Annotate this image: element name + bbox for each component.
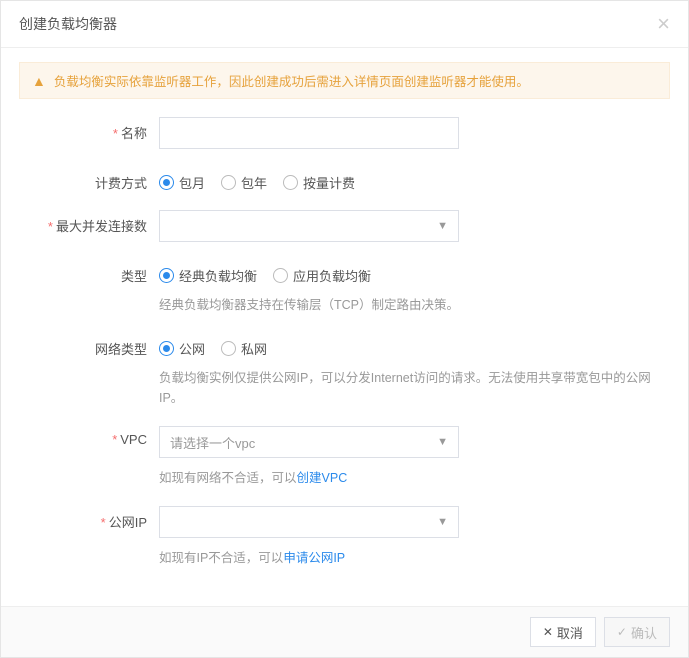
chevron-down-icon: ▼ <box>437 516 448 528</box>
check-icon: ✓ <box>617 625 627 639</box>
label-vpc: *VPC <box>19 426 159 447</box>
dialog: 创建负载均衡器 × ▲ 负载均衡实际依靠监听器工作，因此创建成功后需进入详情页面… <box>0 0 689 658</box>
alert-text: 负载均衡实际依靠监听器工作，因此创建成功后需进入详情页面创建监听器才能使用。 <box>54 71 529 90</box>
public-ip-help: 如现有IP不合适，可以申请公网IP <box>159 548 670 568</box>
type-option-app[interactable]: 应用负载均衡 <box>273 266 371 285</box>
vpc-select[interactable]: 请选择一个vpc ▼ <box>159 426 459 458</box>
billing-option-usage[interactable]: 按量计费 <box>283 173 355 192</box>
confirm-button[interactable]: ✓ 确认 <box>604 617 670 647</box>
dialog-footer: ✕ 取消 ✓ 确认 <box>1 606 688 657</box>
label-net-type: 网络类型 <box>19 333 159 358</box>
net-type-option-public[interactable]: 公网 <box>159 339 205 358</box>
row-public-ip: *公网IP ▼ 如现有IP不合适，可以申请公网IP <box>19 506 670 568</box>
radio-icon <box>159 341 174 356</box>
type-help: 经典负载均衡器支持在传输层（TCP）制定路由决策。 <box>159 295 670 315</box>
chevron-down-icon: ▼ <box>437 436 448 448</box>
create-vpc-link[interactable]: 创建VPC <box>297 471 348 485</box>
public-ip-select[interactable]: ▼ <box>159 506 459 538</box>
label-name: *名称 <box>19 117 159 142</box>
radio-icon <box>221 175 236 190</box>
type-radio-group: 经典负载均衡 应用负载均衡 <box>159 260 670 285</box>
select-placeholder: 请选择一个vpc <box>170 433 255 452</box>
billing-radio-group: 包月 包年 按量计费 <box>159 167 670 192</box>
label-public-ip: *公网IP <box>19 506 159 531</box>
chevron-down-icon: ▼ <box>437 220 448 232</box>
close-icon[interactable]: × <box>657 13 670 35</box>
max-conn-select[interactable]: ▼ <box>159 210 459 242</box>
name-input[interactable] <box>159 117 459 149</box>
dialog-body: ▲ 负载均衡实际依靠监听器工作，因此创建成功后需进入详情页面创建监听器才能使用。… <box>1 48 688 606</box>
radio-icon <box>159 175 174 190</box>
vpc-help: 如现有网络不合适，可以创建VPC <box>159 468 670 488</box>
label-type: 类型 <box>19 260 159 285</box>
row-name: *名称 <box>19 117 670 149</box>
alert-banner: ▲ 负载均衡实际依靠监听器工作，因此创建成功后需进入详情页面创建监听器才能使用。 <box>19 62 670 99</box>
dialog-header: 创建负载均衡器 × <box>1 1 688 48</box>
radio-icon <box>283 175 298 190</box>
net-type-help: 负载均衡实例仅提供公网IP，可以分发Internet访问的请求。无法使用共享带宽… <box>159 368 670 408</box>
label-max-conn: *最大并发连接数 <box>19 210 159 235</box>
row-vpc: *VPC 请选择一个vpc ▼ 如现有网络不合适，可以创建VPC <box>19 426 670 488</box>
radio-icon <box>159 268 174 283</box>
row-net-type: 网络类型 公网 私网 负载均衡实例仅提供公网IP，可以分发Internet访问的… <box>19 333 670 408</box>
row-max-conn: *最大并发连接数 ▼ <box>19 210 670 242</box>
net-type-radio-group: 公网 私网 <box>159 333 670 358</box>
label-billing: 计费方式 <box>19 167 159 192</box>
net-type-option-private[interactable]: 私网 <box>221 339 267 358</box>
warning-icon: ▲ <box>32 73 46 89</box>
row-billing: 计费方式 包月 包年 按量计费 <box>19 167 670 192</box>
cancel-button[interactable]: ✕ 取消 <box>530 617 596 647</box>
billing-option-monthly[interactable]: 包月 <box>159 173 205 192</box>
row-type: 类型 经典负载均衡 应用负载均衡 经典负载均衡器支持在传输层（TCP）制定路由决… <box>19 260 670 315</box>
apply-ip-link[interactable]: 申请公网IP <box>283 551 345 565</box>
billing-option-yearly[interactable]: 包年 <box>221 173 267 192</box>
radio-icon <box>273 268 288 283</box>
type-option-classic[interactable]: 经典负载均衡 <box>159 266 257 285</box>
dialog-title: 创建负载均衡器 <box>19 14 117 34</box>
radio-icon <box>221 341 236 356</box>
close-icon: ✕ <box>543 625 553 639</box>
